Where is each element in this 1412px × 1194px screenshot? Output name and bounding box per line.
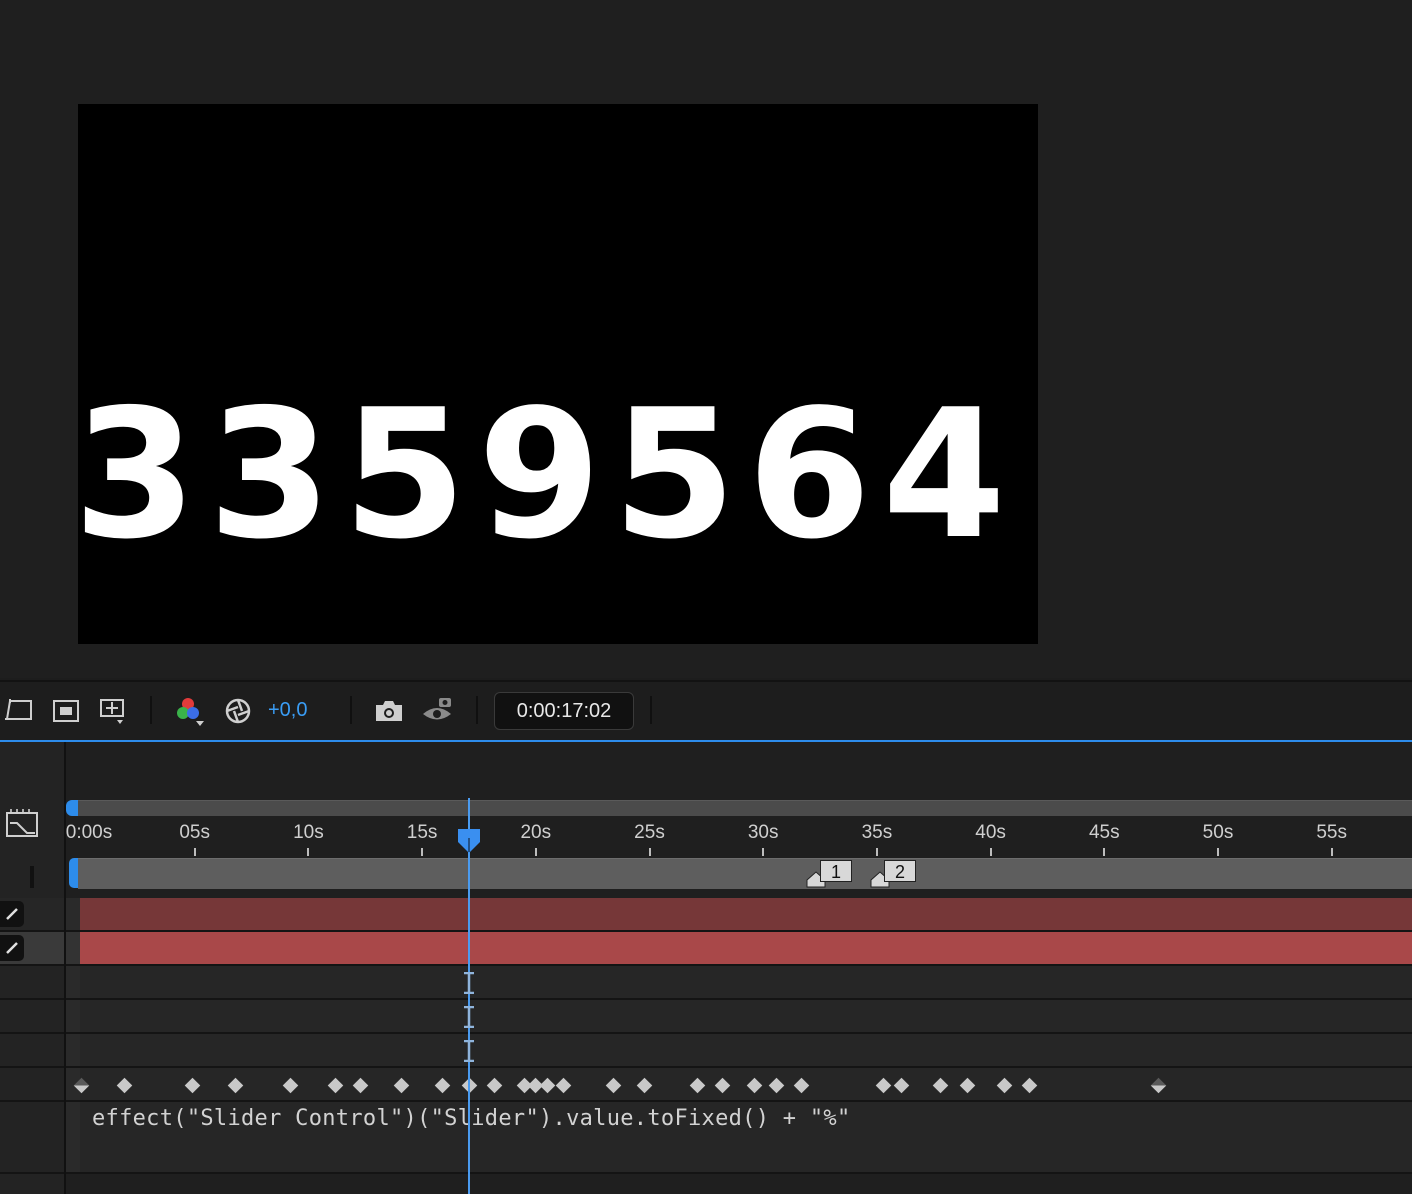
ruler-label: 20s [520,822,552,843]
ruler-label: 05s [179,822,211,843]
channel-icon[interactable] [174,694,206,728]
ruler-tick [648,848,651,856]
comp-text-line-1: 3359564 [78,371,1017,578]
layer-switch-cell [0,932,64,966]
timeline-panel: 0:00s 05s 10s 15s 20s 25s 30s 35s 40s 45s 50s 55s 1… [0,742,1412,1194]
snapshot-camera-icon[interactable] [372,694,406,728]
comp-marker-2[interactable]: 2 [870,858,920,888]
ruler-label: 55s [1316,822,1348,843]
comp-marker-1[interactable]: 1 [806,858,856,888]
row-gutter [66,898,80,930]
roi-icon[interactable] [2,694,36,728]
marker-label: 1 [820,860,852,882]
ruler-label: 35s [861,822,893,843]
ruler-tick [989,848,992,856]
layer-switch-cell [0,898,64,932]
composition-canvas[interactable]: 3359564 63 [78,104,1038,644]
row-gutter [66,1034,80,1066]
guides-grid-icon[interactable] [96,694,130,728]
row-gutter [66,1000,80,1032]
ruler-tick [1330,848,1333,856]
toggle-mask-icon[interactable] [50,694,82,728]
ruler-tick [1103,848,1106,856]
ruler-label: 40s [975,822,1006,843]
current-time-display[interactable]: 0:00:17:02 [494,692,634,730]
time-cursor-ibeam [462,1005,476,1029]
toolbar-separator [150,696,152,724]
exposure-value[interactable]: +0,0 [268,699,307,722]
layer-switch-cell [0,1102,64,1174]
layer-switch-cell [0,1068,64,1102]
toolbar-separator [350,696,352,724]
show-snapshot-icon[interactable] [420,694,454,728]
layer-switch-cell [0,1034,64,1068]
ruler-tick [534,848,537,856]
layer-duration-bar[interactable] [80,898,1412,930]
row-gutter [66,932,80,964]
ruler-tick [1217,848,1219,856]
edit-layer-icon[interactable] [0,901,24,927]
row-gutter [66,1068,80,1100]
property-row [66,1034,1412,1068]
time-navigator-bar[interactable] [78,800,1412,817]
ruler-label: 10s [293,822,324,843]
ruler-label: 25s [634,822,665,843]
work-area-bar[interactable] [78,858,1412,889]
time-cursor-ibeam [462,1039,476,1063]
property-row [66,966,1412,1000]
current-time-indicator-line[interactable] [468,798,471,1194]
layer-switch-cell [0,1000,64,1034]
ruler-label: 30s [747,822,779,843]
edit-layer-icon[interactable] [0,935,24,961]
layer-row[interactable] [66,898,1412,932]
layer-switch-cell [0,966,64,1000]
ruler-tick [875,848,878,856]
comp-text-line-2: 63 [434,630,704,645]
ruler-tick [762,848,765,856]
time-navigator-start-handle[interactable] [66,800,78,816]
layer-duration-bar-selected[interactable] [80,932,1412,964]
time-cursor-ibeam [462,971,476,995]
layer-row[interactable] [66,932,1412,966]
exposure-reset-icon[interactable] [222,694,254,728]
toolbar-separator [476,696,478,724]
ruler-tick [307,848,310,856]
row-gutter [66,966,80,998]
ruler-tick [421,848,424,856]
ruler-label: 0:00s [65,822,113,843]
work-area-left-edge [30,866,34,888]
viewer-toolbar: +0,0 0:00:17:02 [0,680,1412,742]
graph-editor-icon[interactable] [4,806,40,840]
toolbar-separator [650,696,652,724]
marker-label: 2 [884,860,916,882]
keyframe-row[interactable] [66,1068,1412,1102]
ruler-label: 50s [1202,822,1234,843]
composition-viewer[interactable]: 3359564 63 [0,0,1412,678]
current-time-indicator[interactable] [456,828,482,854]
ruler-tick [193,848,196,856]
row-gutter [66,1102,80,1172]
expression-editor[interactable]: effect("Slider Control")("Slider").value… [92,1106,851,1131]
property-row [66,1000,1412,1034]
time-ruler[interactable]: 0:00s 05s 10s 15s 20s 25s 30s 35s 40s 45s 50s 55s [66,816,1412,856]
ruler-label: 15s [406,822,438,843]
ruler-label: 45s [1088,822,1120,843]
